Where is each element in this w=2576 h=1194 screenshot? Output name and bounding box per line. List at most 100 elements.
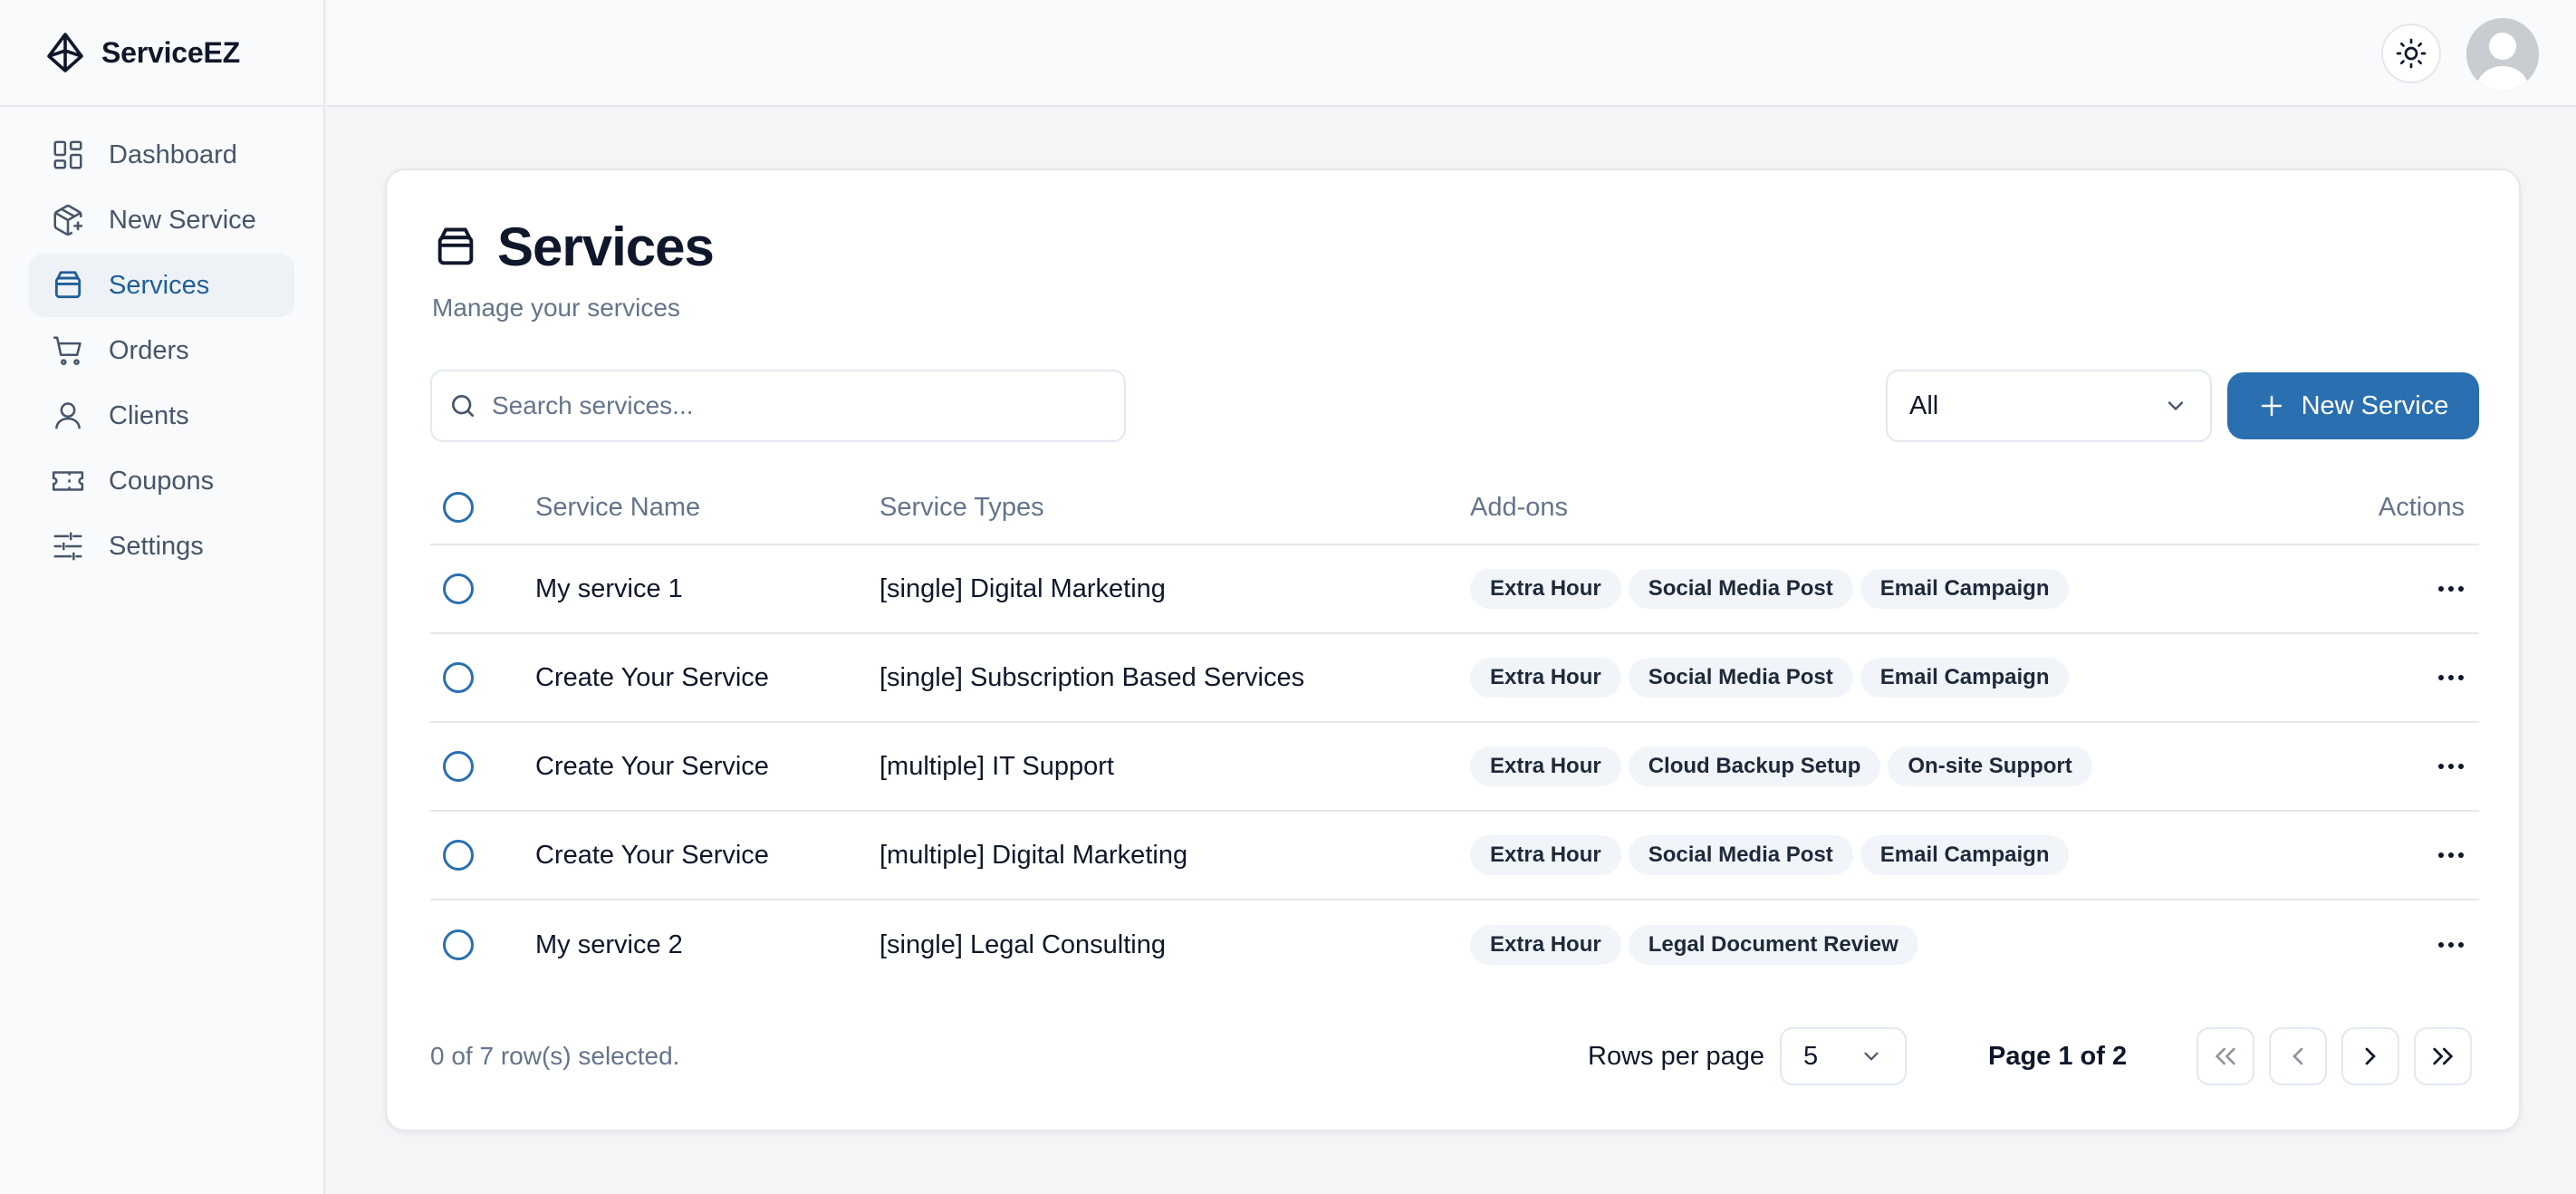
sidebar-item-services[interactable]: Services [29, 254, 294, 317]
dashboard-icon [53, 140, 82, 169]
sidebar-item-dashboard[interactable]: Dashboard [29, 123, 294, 187]
table-row[interactable]: My service 1 [single] Digital Marketing … [430, 545, 2479, 634]
addon-badge: Email Campaign [1860, 658, 2070, 698]
sidebar-item-coupons[interactable]: Coupons [29, 449, 294, 513]
column-header-service-name[interactable]: Service Name [535, 471, 700, 544]
service-name: My service 2 [535, 929, 683, 959]
theme-toggle-button[interactable] [2381, 24, 2441, 83]
more-horizontal-icon [2438, 852, 2464, 858]
new-service-label: New Service [2301, 390, 2449, 420]
rows-per-page-value: 5 [1803, 1041, 1819, 1071]
sidebar-item-orders[interactable]: Orders [29, 319, 294, 382]
avatar[interactable] [2466, 18, 2539, 91]
row-checkbox[interactable] [443, 929, 474, 960]
table-row[interactable]: Create Your Service [multiple] Digital M… [430, 812, 2479, 900]
sidebar-item-label: New Service [109, 205, 256, 235]
topbar [327, 0, 2576, 107]
addon-badge: Email Campaign [1860, 569, 2070, 609]
row-checkbox[interactable] [443, 573, 474, 604]
sidebar-item-label: Clients [109, 400, 189, 430]
row-actions-button[interactable] [2437, 900, 2465, 989]
package-plus-icon [53, 204, 82, 236]
user-avatar-icon [2466, 18, 2539, 91]
rows-per-page-label: Rows per page [1588, 1041, 1765, 1071]
select-all-checkbox[interactable] [443, 492, 474, 523]
addon-badge: Legal Document Review [1628, 925, 1918, 965]
table-header: Service Name Service Types Add-ons Actio… [430, 471, 2479, 545]
box-icon [437, 227, 474, 265]
rows-per-page-select[interactable]: 5 [1780, 1027, 1907, 1085]
addon-badge: Social Media Post [1628, 658, 1853, 698]
page-title: Services [497, 217, 715, 277]
addon-badge: Social Media Post [1628, 569, 1853, 609]
previous-page-button[interactable] [2269, 1027, 2327, 1085]
addon-badge: Extra Hour [1470, 925, 1621, 965]
addon-badge: Extra Hour [1470, 835, 1621, 875]
brand-name: ServiceEZ [101, 35, 240, 69]
addon-badge: On-site Support [1888, 746, 2092, 786]
sidebar-item-label: Orders [109, 335, 189, 365]
sun-icon [2396, 38, 2427, 69]
addons-list: Extra Hour Social Media Post Email Campa… [1470, 634, 2070, 721]
more-horizontal-icon [2438, 942, 2464, 948]
last-page-button[interactable] [2414, 1027, 2472, 1085]
cart-icon [53, 336, 82, 365]
addon-badge: Social Media Post [1628, 835, 1853, 875]
sidebar: ServiceEZ Dashboard New Service Services… [0, 0, 325, 1194]
plus-icon [2261, 395, 2282, 417]
sidebar-item-new-service[interactable]: New Service [29, 188, 294, 252]
service-name: Create Your Service [535, 662, 769, 692]
sidebar-item-label: Dashboard [109, 140, 237, 169]
table-row[interactable]: My service 2 [single] Legal Consulting E… [430, 900, 2479, 989]
service-name: Create Your Service [535, 751, 769, 781]
new-service-button[interactable]: New Service [2227, 372, 2479, 439]
row-actions-button[interactable] [2437, 634, 2465, 721]
sidebar-item-clients[interactable]: Clients [29, 384, 294, 448]
page-subtitle: Manage your services [432, 294, 680, 322]
logo-icon [47, 33, 83, 72]
service-type: [single] Digital Marketing [879, 573, 1166, 603]
next-page-button[interactable] [2341, 1027, 2399, 1085]
first-page-button[interactable] [2196, 1027, 2254, 1085]
sidebar-item-settings[interactable]: Settings [29, 515, 294, 578]
chevron-down-icon [1864, 1052, 1879, 1061]
sliders-icon [53, 532, 82, 561]
search-icon [452, 395, 474, 417]
filter-select[interactable]: All [1886, 370, 2212, 442]
page-info: Page 1 of 2 [1988, 1041, 2128, 1071]
table-row[interactable]: Create Your Service [multiple] IT Suppor… [430, 723, 2479, 812]
addon-badge: Cloud Backup Setup [1628, 746, 1881, 786]
column-header-service-types[interactable]: Service Types [879, 471, 1044, 544]
search-box[interactable] [430, 370, 1126, 442]
addon-badge: Email Campaign [1860, 835, 2070, 875]
table-row[interactable]: Create Your Service [single] Subscriptio… [430, 634, 2479, 723]
addons-list: Extra Hour Social Media Post Email Campa… [1470, 545, 2070, 632]
addon-badge: Extra Hour [1470, 746, 1621, 786]
selection-count: 0 of 7 row(s) selected. [430, 1042, 680, 1070]
service-type: [single] Legal Consulting [879, 929, 1166, 959]
addons-list: Extra Hour Social Media Post Email Campa… [1470, 812, 2070, 899]
row-checkbox[interactable] [443, 751, 474, 782]
user-icon [55, 402, 81, 429]
column-header-add-ons[interactable]: Add-ons [1470, 471, 1568, 544]
row-actions-button[interactable] [2437, 723, 2465, 810]
addons-list: Extra Hour Cloud Backup Setup On-site Su… [1470, 723, 2092, 810]
addon-badge: Extra Hour [1470, 658, 1621, 698]
service-name: Create Your Service [535, 840, 769, 870]
search-input[interactable] [492, 391, 1108, 420]
row-checkbox[interactable] [443, 840, 474, 871]
services-table: Service Name Service Types Add-ons Actio… [430, 471, 2479, 989]
chevron-right-icon [2365, 1047, 2376, 1065]
row-actions-button[interactable] [2437, 545, 2465, 632]
ticket-icon [52, 471, 84, 491]
service-name: My service 1 [535, 573, 683, 603]
service-type: [multiple] Digital Marketing [879, 840, 1188, 870]
row-checkbox[interactable] [443, 662, 474, 693]
service-type: [single] Subscription Based Services [879, 662, 1305, 692]
row-actions-button[interactable] [2437, 812, 2465, 899]
chevrons-right-icon [2433, 1047, 2454, 1065]
page-header: Services [432, 216, 715, 278]
box-icon [54, 271, 82, 299]
service-type: [multiple] IT Support [879, 751, 1114, 781]
brand[interactable]: ServiceEZ [0, 0, 323, 107]
